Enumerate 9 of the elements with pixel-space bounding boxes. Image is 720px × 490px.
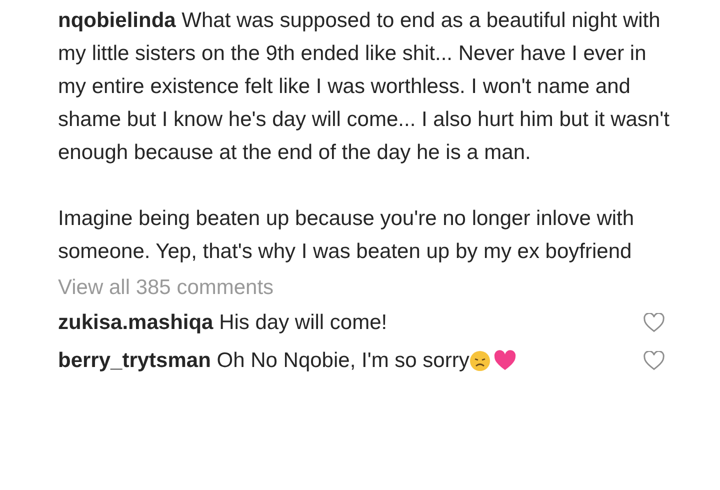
- heart-icon[interactable]: [643, 313, 665, 333]
- comment-text: zukisa.mashiqa His day will come!: [58, 310, 388, 336]
- caption-text: Imagine being beaten up because you're no longer inlove with someone. Yep, that's why I was beaten up by my ex boyfriend: [58, 206, 636, 265]
- sad-face-icon: [469, 350, 492, 372]
- heart-emoji-icon: [493, 350, 518, 372]
- caption-text: nqobielinda What was supposed to end as a beautiful night with my little sisters on the 9th ended like shit... Never have I ever in my entire existence felt like I was worthless. I won't name and shame but I know he's day will come... I also hurt him but it wasn't enough because at the end of the day he is a man.: [58, 8, 670, 166]
- view-all-comments-link[interactable]: View all 385 comments: [58, 271, 670, 304]
- heart-icon[interactable]: [643, 351, 665, 371]
- comment-text: berry_trytsman Oh No Nqobie, I'm so sorry: [58, 348, 470, 374]
